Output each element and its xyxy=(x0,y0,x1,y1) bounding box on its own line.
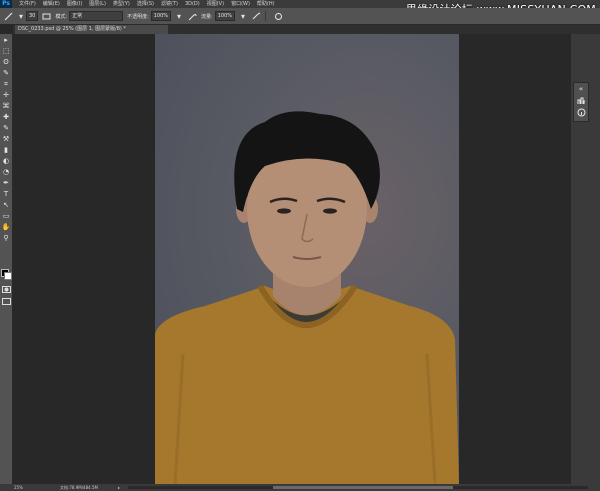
menu-select[interactable]: 选择(S) xyxy=(137,0,154,8)
zoom-level[interactable]: 25% xyxy=(14,484,23,491)
document-tab[interactable]: DSC_0233.psd @ 25% (图层 1, 图层蒙版/8) * xyxy=(15,25,168,34)
menu-window[interactable]: 窗口(W) xyxy=(231,0,250,8)
zoom-tool-icon[interactable]: ⚲ xyxy=(1,234,11,242)
brush-preset-icon[interactable] xyxy=(3,11,13,21)
brush-size-box[interactable]: 30 xyxy=(26,11,39,21)
quick-mask-icon[interactable] xyxy=(1,286,11,294)
pressure-size-icon[interactable] xyxy=(273,11,283,21)
history-brush-tool-icon[interactable]: ⚒ xyxy=(1,135,11,143)
scrollbar-thumb[interactable] xyxy=(273,486,453,489)
eraser-tool-icon[interactable]: ▮ xyxy=(1,146,11,154)
menu-layer[interactable]: 图层(L) xyxy=(89,0,106,8)
info-icon[interactable] xyxy=(576,108,586,118)
histogram-icon[interactable] xyxy=(576,96,586,106)
pressure-opacity-icon[interactable] xyxy=(187,11,197,21)
lasso-tool-icon[interactable]: ʘ xyxy=(1,58,11,66)
dodge-tool-icon[interactable]: ◔ xyxy=(1,168,11,176)
healing-tool-icon[interactable]: ⌘ xyxy=(1,102,11,110)
pen-tool-icon[interactable]: ✒ xyxy=(1,179,11,187)
brush-tool-icon[interactable]: ✚ xyxy=(1,113,11,121)
crop-tool-icon[interactable]: ⌗ xyxy=(1,80,11,88)
document-photo[interactable] xyxy=(155,34,459,484)
hand-tool-icon[interactable]: ✋ xyxy=(1,223,11,231)
opacity-label: 不透明度: xyxy=(127,13,149,20)
eyedropper-tool-icon[interactable]: ✛ xyxy=(1,91,11,99)
options-separator xyxy=(265,11,267,21)
flow-label: 流量: xyxy=(201,13,213,20)
shape-tool-icon[interactable]: ▭ xyxy=(1,212,11,220)
menu-view[interactable]: 视图(V) xyxy=(207,0,224,8)
double-chevron-icon[interactable]: « xyxy=(576,84,586,94)
horizontal-scrollbar[interactable] xyxy=(128,486,588,489)
menu-help[interactable]: 帮助(H) xyxy=(257,0,275,8)
menu-image[interactable]: 图像(I) xyxy=(67,0,82,8)
tools-panel: ▸ ⬚ ʘ ✎ ⌗ ✛ ⌘ ✚ ✎ ⚒ ▮ ◐ ◔ ✒ T ↖ ▭ ✋ ⚲ xyxy=(0,34,13,484)
clone-stamp-tool-icon[interactable]: ✎ xyxy=(1,124,11,132)
collapsed-panel-group[interactable]: « xyxy=(573,82,589,122)
type-tool-icon[interactable]: T xyxy=(1,190,11,198)
menu-edit[interactable]: 编辑(E) xyxy=(43,0,60,8)
quick-select-tool-icon[interactable]: ✎ xyxy=(1,69,11,77)
brush-panel-icon[interactable] xyxy=(41,11,51,21)
opacity-field[interactable]: 100% xyxy=(150,11,172,21)
status-menu-arrow-icon[interactable]: ▸ xyxy=(118,484,120,491)
portrait-image xyxy=(155,111,459,484)
move-tool-icon[interactable]: ▸ xyxy=(1,36,11,44)
path-select-tool-icon[interactable]: ↖ xyxy=(1,201,11,209)
screen-mode-icon[interactable] xyxy=(1,298,11,306)
mode-select[interactable]: 正常 xyxy=(69,11,124,21)
marquee-tool-icon[interactable]: ⬚ xyxy=(1,47,11,55)
airbrush-icon[interactable] xyxy=(251,11,261,21)
background-color-swatch[interactable] xyxy=(4,272,12,280)
document-info: 文档:78.9M/484.5M xyxy=(60,485,98,490)
gradient-tool-icon[interactable]: ◐ xyxy=(1,157,11,165)
menu-filter[interactable]: 滤镜(T) xyxy=(161,0,178,8)
menu-3d[interactable]: 3D(D) xyxy=(185,0,200,8)
opacity-arrow-icon[interactable]: ▾ xyxy=(174,11,184,21)
mode-label: 模式: xyxy=(55,13,68,20)
document-tab-bar: DSC_0233.psd @ 25% (图层 1, 图层蒙版/8) * xyxy=(13,25,600,34)
menu-file[interactable]: 文件(F) xyxy=(19,0,36,8)
flow-field[interactable]: 100% xyxy=(214,11,236,21)
flow-arrow-icon[interactable]: ▾ xyxy=(238,11,248,21)
menu-type[interactable]: 类型(Y) xyxy=(113,0,130,8)
options-bar: ▾ 30 模式: 正常 不透明度: 100% ▾ 流量: 100% ▾ xyxy=(0,8,600,25)
canvas-area[interactable] xyxy=(13,34,570,484)
dropdown-arrow-icon[interactable]: ▾ xyxy=(16,11,26,21)
photoshop-logo: Ps xyxy=(0,0,12,8)
